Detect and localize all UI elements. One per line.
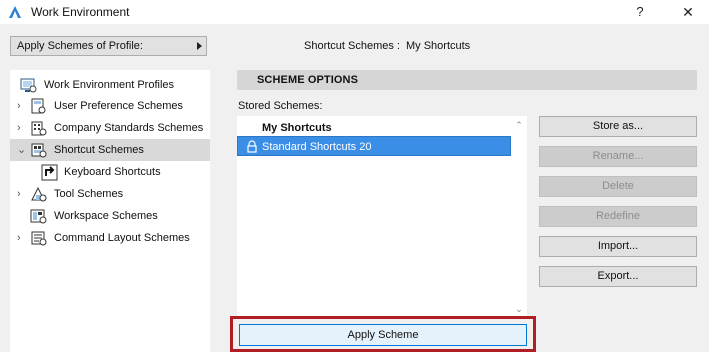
- export-button[interactable]: Export...: [539, 266, 697, 287]
- company-standards-icon: [31, 121, 47, 135]
- tree-item-tool-schemes[interactable]: › Tool Schemes: [10, 183, 210, 205]
- chevron-right-icon[interactable]: ›: [17, 123, 27, 134]
- tree-item-label: Company Standards Schemes: [54, 122, 204, 134]
- tree-item-label: Workspace Schemes: [54, 210, 158, 222]
- workspace-schemes-icon: [30, 209, 47, 223]
- help-button[interactable]: ?: [626, 2, 654, 22]
- selected-scheme-label: Standard Shortcuts 20: [262, 141, 372, 153]
- stored-schemes-label: Stored Schemes:: [238, 100, 323, 112]
- apply-schemes-of-profile-button[interactable]: Apply Schemes of Profile:: [10, 36, 207, 56]
- scheme-options-header[interactable]: SCHEME OPTIONS: [237, 70, 697, 90]
- tree-item-command-layout-schemes[interactable]: › Command Layout Schemes: [10, 227, 210, 249]
- list-group-my-shortcuts[interactable]: My Shortcuts: [237, 118, 511, 138]
- user-preferences-icon: [31, 98, 46, 113]
- tree-item-label: Shortcut Schemes: [54, 144, 144, 156]
- close-button[interactable]: ✕: [674, 2, 702, 22]
- chevron-down-icon[interactable]: ⌄: [17, 145, 27, 156]
- tree-scrollbar[interactable]: [210, 70, 217, 352]
- chevron-down-icon[interactable]: ⌄: [513, 304, 525, 314]
- apply-scheme-button[interactable]: Apply Scheme: [239, 324, 527, 346]
- profiles-icon: [20, 78, 37, 92]
- import-button[interactable]: Import...: [539, 236, 697, 257]
- keyboard-shortcuts-icon: [41, 164, 58, 180]
- delete-button[interactable]: Delete: [539, 176, 697, 197]
- tree-item-keyboard-shortcuts[interactable]: Keyboard Shortcuts: [10, 161, 210, 183]
- current-scheme-caption: Shortcut Schemes : My Shortcuts: [304, 40, 476, 52]
- shortcut-schemes-icon: [31, 143, 47, 157]
- command-layout-icon: [31, 231, 47, 245]
- tree-item-label: User Preference Schemes: [54, 100, 183, 112]
- tree-item-label: Command Layout Schemes: [54, 232, 190, 244]
- tree-item-label: Tool Schemes: [54, 188, 124, 200]
- archicad-app-icon: [9, 6, 21, 18]
- tree-item-label: Keyboard Shortcuts: [64, 166, 161, 178]
- window-title: Work Environment: [31, 5, 130, 19]
- list-item-selected-scheme[interactable]: Standard Shortcuts 20: [237, 136, 511, 156]
- lock-icon: [247, 140, 257, 153]
- arrow-right-icon: [197, 42, 202, 50]
- caption-value: My Shortcuts: [406, 40, 471, 52]
- tool-schemes-icon: [31, 186, 47, 201]
- stored-schemes-list[interactable]: My Shortcuts Standard Shortcuts 20 ⌃ ⌄: [237, 116, 527, 318]
- store-as-button[interactable]: Store as...: [539, 116, 697, 137]
- chevron-up-icon[interactable]: ⌃: [513, 120, 525, 130]
- scheme-tree: Work Environment Profiles › User Prefere…: [10, 70, 210, 352]
- tree-item-workspace-schemes[interactable]: Workspace Schemes: [10, 205, 210, 227]
- tree-item-company-standards-schemes[interactable]: › Company Standards Schemes: [10, 117, 210, 139]
- chevron-right-icon[interactable]: ›: [17, 233, 27, 244]
- rename-button[interactable]: Rename...: [539, 146, 697, 167]
- redefine-button[interactable]: Redefine: [539, 206, 697, 227]
- chevron-right-icon[interactable]: ›: [17, 101, 27, 112]
- chevron-right-icon[interactable]: ›: [17, 189, 27, 200]
- tree-item-shortcut-schemes[interactable]: ⌄ Shortcut Schemes: [10, 139, 210, 161]
- tree-item-work-environment-profiles[interactable]: Work Environment Profiles: [10, 74, 210, 96]
- tree-item-label: Work Environment Profiles: [44, 79, 175, 91]
- title-bar: Work Environment ? ✕: [0, 0, 709, 24]
- tree-item-user-preference-schemes[interactable]: › User Preference Schemes: [10, 95, 210, 117]
- caption-label: Shortcut Schemes :: [304, 40, 400, 52]
- apply-schemes-of-profile-label: Apply Schemes of Profile:: [17, 40, 143, 52]
